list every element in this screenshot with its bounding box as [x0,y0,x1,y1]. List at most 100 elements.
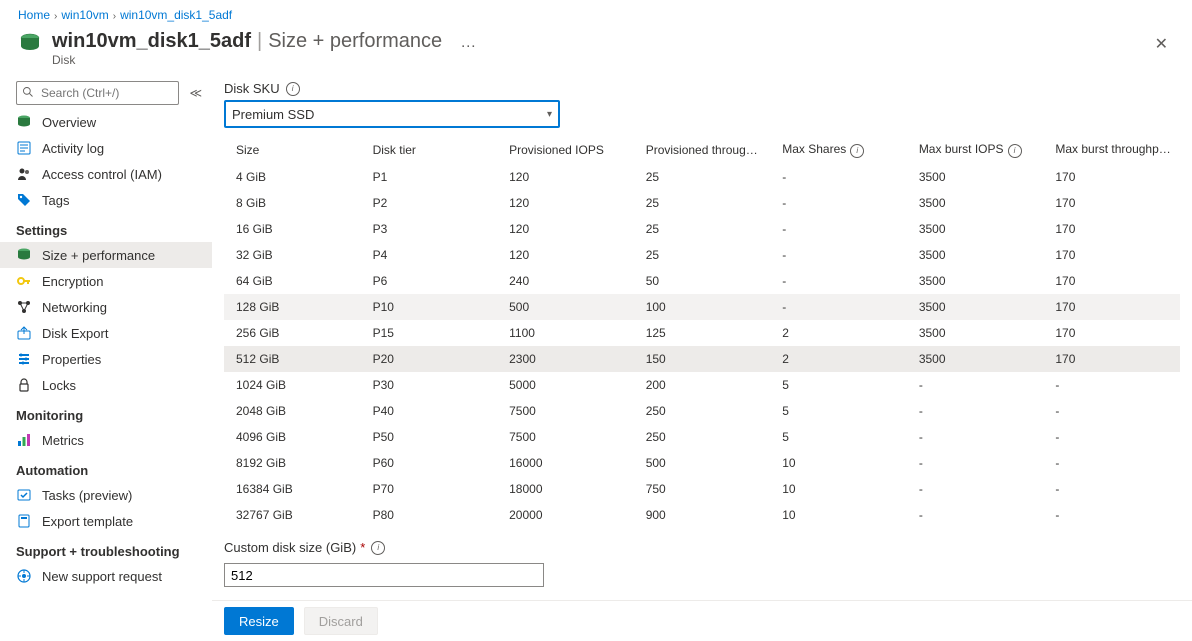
table-cell: - [907,372,1044,398]
sidebar-item-support[interactable]: New support request [0,563,212,589]
info-icon[interactable] [371,541,385,555]
table-row[interactable]: 256 GiBP15110012523500170 [224,320,1180,346]
close-icon[interactable]: ✕ [1149,30,1174,58]
sidebar-item-networking[interactable]: Networking [0,294,212,320]
table-cell: 170 [1043,164,1180,190]
table-cell: 32767 GiB [224,502,361,528]
table-row[interactable]: 32767 GiBP802000090010-- [224,502,1180,528]
sidebar-item-properties[interactable]: Properties [0,346,212,372]
info-icon[interactable] [286,82,300,96]
table-cell: 240 [497,268,634,294]
main-content: Disk SKU Premium SSD ▾ SizeDisk tierProv… [212,75,1192,641]
sidebar-item-tasks[interactable]: Tasks (preview) [0,482,212,508]
collapse-sidebar-button[interactable]: ≪ [189,86,202,100]
table-cell: 7500 [497,398,634,424]
tag-icon [16,192,32,208]
column-header[interactable]: Max Shares [770,136,907,164]
table-cell: P1 [361,164,498,190]
table-cell: 125 [634,320,771,346]
table-cell: - [1043,450,1180,476]
lock-icon [16,377,32,393]
sidebar-item-label: Encryption [42,274,103,289]
table-cell: P60 [361,450,498,476]
table-row[interactable]: 16384 GiBP701800075010-- [224,476,1180,502]
table-cell: 10 [770,502,907,528]
column-header[interactable]: Size [224,136,361,164]
disk-sku-dropdown[interactable]: Premium SSD ▾ [224,100,560,128]
table-row[interactable]: 512 GiBP20230015023500170 [224,346,1180,372]
info-icon[interactable] [1008,144,1022,158]
sidebar-item-label: Properties [42,352,101,367]
custom-disk-size-input[interactable] [224,563,544,587]
table-cell: 3500 [907,320,1044,346]
table-row[interactable]: 8 GiBP212025-3500170 [224,190,1180,216]
table-row[interactable]: 8192 GiBP601600050010-- [224,450,1180,476]
table-cell: 200 [634,372,771,398]
sidebar-item-encryption[interactable]: Encryption [0,268,212,294]
search-input[interactable] [16,81,179,105]
table-cell: 5000 [497,372,634,398]
table-cell: - [770,242,907,268]
table-cell: 8192 GiB [224,450,361,476]
chevron-right-icon: › [113,11,116,22]
table-row[interactable]: 4 GiBP112025-3500170 [224,164,1180,190]
info-icon[interactable] [1173,144,1180,158]
table-cell: 5 [770,372,907,398]
sidebar-item-tags[interactable]: Tags [0,187,212,213]
discard-button[interactable]: Discard [304,607,378,635]
table-cell: 20000 [497,502,634,528]
table-cell: 750 [634,476,771,502]
table-row[interactable]: 1024 GiBP3050002005-- [224,372,1180,398]
table-cell: 900 [634,502,771,528]
table-row[interactable]: 128 GiBP10500100-3500170 [224,294,1180,320]
table-cell: 120 [497,164,634,190]
sidebar-item-locks[interactable]: Locks [0,372,212,398]
column-header[interactable]: Provisioned through… [634,136,771,164]
sidebar-item-access[interactable]: Access control (IAM) [0,161,212,187]
table-row[interactable]: 4096 GiBP5075002505-- [224,424,1180,450]
page-title-blade: Size + performance [268,30,442,53]
column-header[interactable]: Disk tier [361,136,498,164]
sidebar-item-overview[interactable]: Overview [0,109,212,135]
more-actions-button[interactable]: … [460,34,476,52]
table-cell: - [770,164,907,190]
table-cell: - [770,190,907,216]
table-row[interactable]: 16 GiBP312025-3500170 [224,216,1180,242]
chart-icon [16,432,32,448]
table-cell: 3500 [907,346,1044,372]
table-cell: 3500 [907,242,1044,268]
table-cell: P6 [361,268,498,294]
table-cell: 120 [497,190,634,216]
table-row[interactable]: 64 GiBP624050-3500170 [224,268,1180,294]
breadcrumb-link[interactable]: win10vm [61,8,108,22]
sidebar-item-label: New support request [42,569,162,584]
sidebar-item-export-template[interactable]: Export template [0,508,212,534]
sidebar-item-activity-log[interactable]: Activity log [0,135,212,161]
table-cell: 16000 [497,450,634,476]
props-icon [16,351,32,367]
column-header[interactable]: Provisioned IOPS [497,136,634,164]
sidebar-item-label: Networking [42,300,107,315]
disk-icon [16,114,32,130]
table-cell: P15 [361,320,498,346]
table-cell: 150 [634,346,771,372]
chevron-right-icon: › [54,11,57,22]
info-icon[interactable] [850,144,864,158]
resize-button[interactable]: Resize [224,607,294,635]
breadcrumb-link[interactable]: Home [18,8,50,22]
disk-sku-label: Disk SKU [224,81,1180,96]
table-cell: 170 [1043,320,1180,346]
breadcrumb-link[interactable]: win10vm_disk1_5adf [120,8,232,22]
table-row[interactable]: 32 GiBP412025-3500170 [224,242,1180,268]
table-cell: P4 [361,242,498,268]
table-cell: 2 [770,320,907,346]
sidebar-item-metrics[interactable]: Metrics [0,427,212,453]
table-cell: - [770,268,907,294]
sidebar-item-label: Size + performance [42,248,155,263]
title-bar: win10vm_disk1_5adf | Size + performance … [0,26,1192,67]
column-header[interactable]: Max burst IOPS [907,136,1044,164]
sidebar-item-size-perf[interactable]: Size + performance [0,242,212,268]
sidebar-item-disk-export[interactable]: Disk Export [0,320,212,346]
column-header[interactable]: Max burst throughput [1043,136,1180,164]
table-row[interactable]: 2048 GiBP4075002505-- [224,398,1180,424]
